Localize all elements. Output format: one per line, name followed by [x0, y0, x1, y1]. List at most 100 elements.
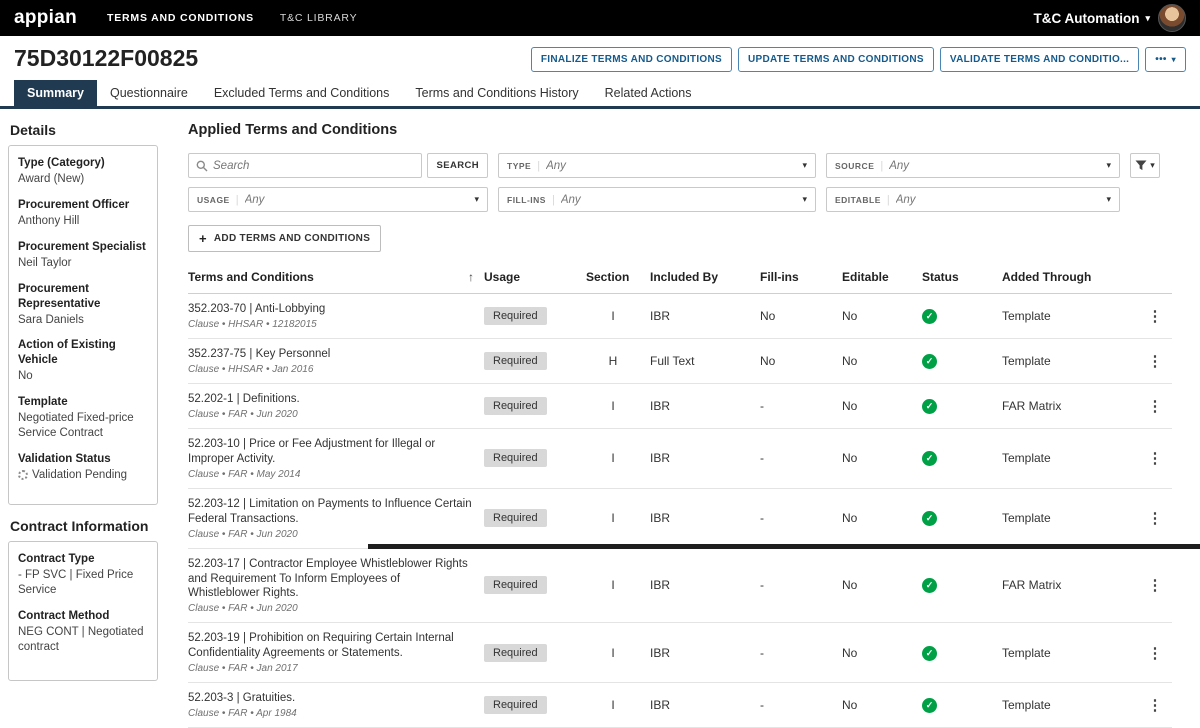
filter-menu-button[interactable]: ▾: [1130, 153, 1160, 178]
column-header-editable[interactable]: Editable: [842, 270, 912, 284]
term-link[interactable]: 52.203-19 | Prohibition on Requiring Cer…: [188, 631, 474, 661]
usage-filter-dropdown[interactable]: USAGE | Any ▾: [188, 187, 488, 212]
avatar[interactable]: [1158, 4, 1186, 32]
status-valid-icon: ✓: [922, 451, 937, 467]
editable-cell: No: [842, 645, 858, 660]
actions-cell: ⋮: [1138, 449, 1172, 467]
added-through-cell: Template: [1002, 308, 1051, 323]
field-label: Procurement Representative: [18, 282, 101, 310]
search-button[interactable]: SEARCH: [427, 153, 488, 178]
actions-cell: ⋮: [1138, 352, 1172, 370]
record-actions: FINALIZE TERMS AND CONDITIONS UPDATE TER…: [530, 47, 1186, 72]
nav-item[interactable]: TERMS AND CONDITIONS: [107, 12, 254, 24]
added-through-cell: Template: [1002, 698, 1051, 713]
page-title: 75D30122F00825: [14, 45, 199, 71]
tab-label: Related Actions: [604, 86, 692, 100]
term-link[interactable]: 352.237-75 | Key Personnel: [188, 347, 474, 362]
tab[interactable]: Terms and Conditions History: [402, 80, 591, 106]
field-value: - FP SVC | Fixed Price Service: [18, 568, 134, 596]
search-input[interactable]: [213, 159, 415, 172]
horizontal-scrollbar[interactable]: [368, 544, 1200, 549]
row-menu-icon[interactable]: ⋮: [1142, 510, 1169, 527]
included-by-cell: IBR: [650, 645, 671, 660]
status-valid-icon: ✓: [922, 645, 937, 661]
chevron-down-icon: ▾: [1145, 12, 1150, 23]
status-cell: ✓: [922, 645, 992, 661]
terms-cell: 52.203-12 | Limitation on Payments to In…: [188, 497, 474, 540]
record-tabs: Summary Questionnaire Excluded Terms and…: [0, 80, 1200, 109]
usage-badge: Required: [484, 449, 547, 468]
dropdown-value: Any: [560, 193, 581, 206]
type-filter-dropdown[interactable]: TYPE | Any ▾: [498, 153, 816, 178]
column-header-fill-ins[interactable]: Fill-ins: [760, 270, 832, 284]
action-button[interactable]: FINALIZE TERMS AND CONDITIONS: [530, 47, 732, 72]
status-valid-icon: ✓: [922, 698, 937, 714]
tab[interactable]: Questionnaire: [97, 80, 201, 106]
appian-logo[interactable]: appian: [14, 7, 77, 29]
term-link[interactable]: 52.203-12 | Limitation on Payments to In…: [188, 497, 474, 527]
usage-cell: Required: [484, 696, 576, 715]
fill-ins-cell: -: [760, 511, 764, 526]
tab[interactable]: Related Actions: [592, 80, 705, 106]
nav-item-label: TERMS AND CONDITIONS: [107, 12, 254, 24]
chevron-down-icon: ▾: [1150, 160, 1155, 170]
term-meta: Clause • FAR • Jun 2020: [188, 408, 298, 420]
status-valid-icon: ✓: [922, 578, 937, 594]
dropdown-label: TYPE: [507, 160, 532, 171]
usage-badge: Required: [484, 306, 547, 325]
term-meta: Clause • HHSAR • Jan 2016: [188, 363, 314, 375]
status-cell: ✓: [922, 353, 992, 369]
column-header-added-through[interactable]: Added Through: [1002, 270, 1128, 284]
status-cell: ✓: [922, 308, 992, 324]
terms-cell: 52.203-17 | Contractor Employee Whistleb…: [188, 557, 474, 615]
row-menu-icon[interactable]: ⋮: [1142, 645, 1169, 662]
column-header-terms[interactable]: Terms and Conditions ↑: [188, 270, 474, 284]
term-meta: Clause • FAR • Apr 1984: [188, 708, 297, 720]
row-menu-icon[interactable]: ⋮: [1142, 308, 1169, 325]
row-menu-icon[interactable]: ⋮: [1142, 398, 1169, 415]
term-link[interactable]: 52.202-1 | Definitions.: [188, 392, 474, 407]
row-menu-icon[interactable]: ⋮: [1142, 577, 1169, 594]
tab[interactable]: Summary: [14, 80, 97, 106]
action-button[interactable]: VALIDATE TERMS AND CONDITIO...: [939, 47, 1140, 72]
usage-cell: Required: [484, 351, 576, 370]
section-cell: I: [611, 398, 615, 413]
row-menu-icon[interactable]: ⋮: [1142, 450, 1169, 467]
column-header-included-by[interactable]: Included By: [650, 270, 750, 284]
term-link[interactable]: 52.203-3 | Gratuities.: [188, 691, 474, 706]
source-filter-dropdown[interactable]: SOURCE | Any ▾: [826, 153, 1120, 178]
search-box: [188, 153, 423, 178]
term-link[interactable]: 52.203-10 | Price or Fee Adjustment for …: [188, 437, 474, 467]
dropdown-value: Any: [895, 193, 916, 206]
action-button[interactable]: UPDATE TERMS AND CONDITIONS: [738, 47, 934, 72]
detail-field: Validation Status Validation Pending: [18, 452, 148, 483]
more-actions-button[interactable]: ••• ▾: [1145, 47, 1186, 72]
column-header-status[interactable]: Status: [922, 270, 992, 284]
section-cell: I: [611, 578, 615, 593]
section-cell: H: [608, 353, 618, 368]
usage-badge: Required: [484, 351, 547, 370]
action-button-label: VALIDATE TERMS AND CONDITIO...: [949, 54, 1130, 65]
sidebar: Details Type (Category) Award (New) Proc…: [8, 109, 158, 681]
editable-cell: No: [842, 398, 858, 413]
sort-ascending-icon[interactable]: ↑: [468, 270, 474, 284]
user-menu[interactable]: T&C Automation ▾: [1033, 11, 1150, 26]
row-menu-icon[interactable]: ⋮: [1142, 697, 1169, 714]
dropdown-label: FILL-INS: [507, 194, 546, 205]
add-terms-button[interactable]: + ADD TERMS AND CONDITIONS: [188, 225, 382, 252]
terms-cell: 52.203-3 | Gratuities. Clause • FAR • Ap…: [188, 691, 474, 719]
tab[interactable]: Excluded Terms and Conditions: [201, 80, 403, 106]
editable-filter-dropdown[interactable]: EDITABLE | Any ▾: [826, 187, 1120, 212]
term-link[interactable]: 52.203-17 | Contractor Employee Whistleb…: [188, 557, 474, 602]
row-menu-icon[interactable]: ⋮: [1142, 353, 1169, 370]
contract-field: Contract Type - FP SVC | Fixed Price Ser…: [18, 552, 148, 598]
page-header: 75D30122F00825 FINALIZE TERMS AND CONDIT…: [0, 36, 1200, 74]
editable-cell: No: [842, 353, 858, 368]
fill-ins-filter-dropdown[interactable]: FILL-INS | Any ▾: [498, 187, 816, 212]
column-header-section[interactable]: Section: [586, 270, 640, 284]
dropdown-value: Any: [546, 159, 566, 172]
nav-item[interactable]: T&C LIBRARY: [280, 12, 357, 24]
column-header-usage[interactable]: Usage: [484, 270, 576, 284]
term-link[interactable]: 352.203-70 | Anti-Lobbying: [188, 302, 474, 317]
status-valid-icon: ✓: [922, 511, 937, 527]
